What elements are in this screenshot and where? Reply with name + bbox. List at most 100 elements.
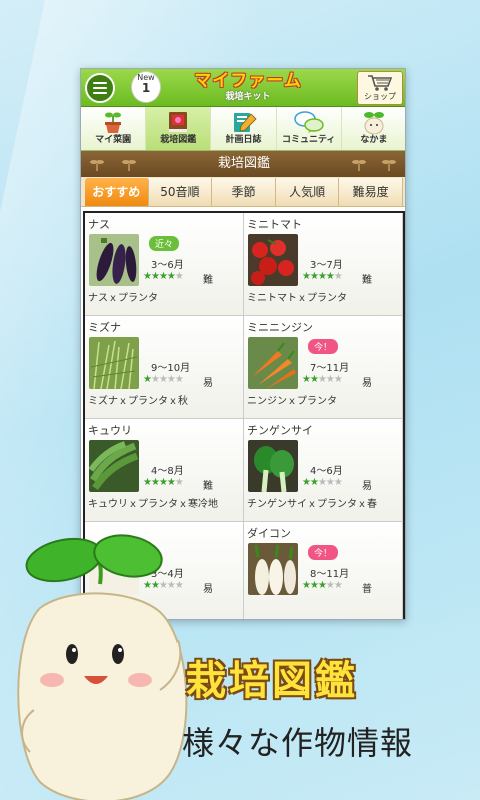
- crop-card[interactable]: ナス近々 3～6月 ★★★★★ 難ナスｘプランタ: [85, 213, 244, 316]
- planting-season: 7～11月: [310, 363, 350, 374]
- tab-alphabetical[interactable]: 50音順: [148, 178, 213, 206]
- star-empty-icon: ★: [333, 374, 343, 385]
- difficulty-label: 難: [203, 275, 213, 286]
- difficulty-label: 易: [203, 378, 213, 389]
- difficulty-rating: ★★★★★: [143, 477, 184, 488]
- nav-community[interactable]: コミュニティ: [277, 107, 342, 150]
- star-empty-icon: ★: [174, 374, 184, 385]
- sprout-icon: [90, 160, 104, 171]
- sprout-icon: [122, 160, 136, 171]
- shop-label: ショップ: [364, 92, 396, 101]
- page-title: 栽培図鑑: [217, 156, 270, 171]
- star-empty-icon: ★: [333, 271, 343, 282]
- crop-photo: [248, 440, 298, 492]
- star-empty-icon: ★: [333, 580, 343, 591]
- star-empty-icon: ★: [325, 580, 335, 591]
- sprout-icon: [352, 160, 366, 171]
- menu-icon-bar: [93, 87, 107, 89]
- star-empty-icon: ★: [150, 374, 160, 385]
- kit-combo: ナスｘプランタ: [88, 293, 158, 304]
- crop-photo: [89, 234, 139, 286]
- mascot-illustration: [17, 534, 188, 800]
- difficulty-rating: ★★★★★: [143, 374, 184, 385]
- kit-combo: ニンジンｘプランタ: [247, 396, 337, 407]
- logo-title: マイファーム: [194, 71, 302, 91]
- nav-label: マイ菜園: [95, 135, 132, 145]
- now-badge: 今！: [308, 545, 339, 560]
- star-filled-icon: ★: [143, 271, 152, 282]
- tab-difficulty[interactable]: 難易度: [339, 178, 403, 206]
- star-empty-icon: ★: [158, 374, 168, 385]
- star-filled-icon: ★: [302, 580, 311, 591]
- nav-encyclopedia[interactable]: 栽培図鑑: [146, 107, 212, 150]
- planting-season: 3～6月: [151, 260, 184, 271]
- star-empty-icon: ★: [333, 477, 343, 488]
- difficulty-label: 易: [362, 481, 372, 492]
- star-empty-icon: ★: [325, 374, 335, 385]
- notebook-pencil-icon: [233, 113, 257, 132]
- crop-name: チンゲンサイ: [247, 424, 313, 437]
- crop-name: ミニニンジン: [247, 321, 313, 334]
- crop-card[interactable]: チンゲンサイ 4～6月 ★★★★★ 易チンゲンサイｘプランタｘ春: [244, 419, 403, 522]
- planting-season: 9～10月: [151, 363, 191, 374]
- nav-my-garden[interactable]: マイ菜園: [81, 107, 147, 150]
- star-empty-icon: ★: [174, 477, 184, 488]
- speech-bubbles-icon: [293, 111, 324, 133]
- crop-photo: [248, 543, 298, 595]
- tab-popularity[interactable]: 人気順: [275, 178, 340, 206]
- star-filled-icon: ★: [150, 477, 160, 488]
- difficulty-label: 普: [362, 584, 372, 595]
- planting-season: 4～6月: [310, 466, 343, 477]
- kit-combo: キュウリｘプランタｘ寒冷地: [88, 499, 218, 510]
- sprout-icon: [382, 160, 396, 171]
- new-notification-badge[interactable]: New 1: [131, 71, 161, 103]
- kit-combo: ミニトマトｘプランタ: [247, 293, 347, 304]
- star-filled-icon: ★: [325, 271, 335, 282]
- difficulty-rating: ★★★★★: [302, 477, 343, 488]
- crop-photo: [248, 234, 298, 286]
- crop-card[interactable]: ミニトマト 3～7月 ★★★★★ 難ミニトマトｘプランタ: [244, 213, 403, 316]
- tab-recommended[interactable]: おすすめ: [85, 178, 149, 206]
- difficulty-label: 易: [203, 584, 213, 595]
- kit-combo: ミズナｘプランタｘ秋: [88, 396, 188, 407]
- soon-badge: 近々: [149, 236, 180, 251]
- book-icon: [169, 112, 188, 132]
- star-filled-icon: ★: [309, 374, 319, 385]
- menu-icon-bar: [93, 92, 107, 94]
- caption-title: 栽培図鑑: [186, 658, 358, 704]
- crop-card[interactable]: ダイコン 今！ 8～11月 ★★★★★ 普: [244, 522, 403, 619]
- now-badge: 今！: [308, 339, 339, 354]
- star-filled-icon: ★: [317, 271, 327, 282]
- nav-plan-diary[interactable]: 計画日誌: [211, 107, 277, 150]
- crop-photo: [89, 440, 139, 492]
- crop-photo: [89, 337, 139, 389]
- crop-card[interactable]: ミズナ 9～10月 ★★★★★ 易ミズナｘプランタｘ秋: [85, 316, 244, 419]
- star-empty-icon: ★: [317, 374, 327, 385]
- nav-label: コミュニティ: [281, 135, 336, 145]
- sort-tabs: おすすめ 50音順 季節 人気順 難易度: [81, 177, 405, 207]
- nav-friends[interactable]: なかま: [342, 107, 405, 150]
- new-count: 1: [141, 81, 151, 95]
- planting-season: 8～11月: [310, 569, 350, 580]
- star-filled-icon: ★: [309, 271, 319, 282]
- app-logo: マイファーム 栽培キット: [189, 71, 307, 103]
- star-filled-icon: ★: [166, 477, 176, 488]
- star-filled-icon: ★: [150, 271, 160, 282]
- nav-label: 計画日誌: [225, 135, 262, 145]
- crop-card[interactable]: ミニニンジン 今！ 7～11月 ★★★★★ 易ニンジンｘプランタ: [244, 316, 403, 419]
- star-filled-icon: ★: [309, 580, 319, 591]
- difficulty-rating: ★★★★★: [302, 580, 343, 591]
- kit-combo: チンゲンサイｘプランタｘ春: [247, 499, 377, 510]
- tab-season[interactable]: 季節: [212, 178, 276, 206]
- difficulty-rating: ★★★★★: [143, 271, 184, 282]
- star-empty-icon: ★: [166, 374, 176, 385]
- crop-card[interactable]: キュウリ 4～8月 ★★★★★ 難キュウリｘプランタｘ寒冷地: [85, 419, 244, 522]
- crop-name: ナス: [88, 218, 110, 231]
- nav-label: なかま: [360, 135, 388, 145]
- difficulty-label: 易: [362, 378, 372, 389]
- difficulty-rating: ★★★★★: [302, 271, 343, 282]
- menu-button[interactable]: [85, 73, 115, 103]
- star-filled-icon: ★: [302, 374, 311, 385]
- shopping-cart-icon: [368, 75, 393, 91]
- shop-button[interactable]: ショップ: [357, 71, 403, 105]
